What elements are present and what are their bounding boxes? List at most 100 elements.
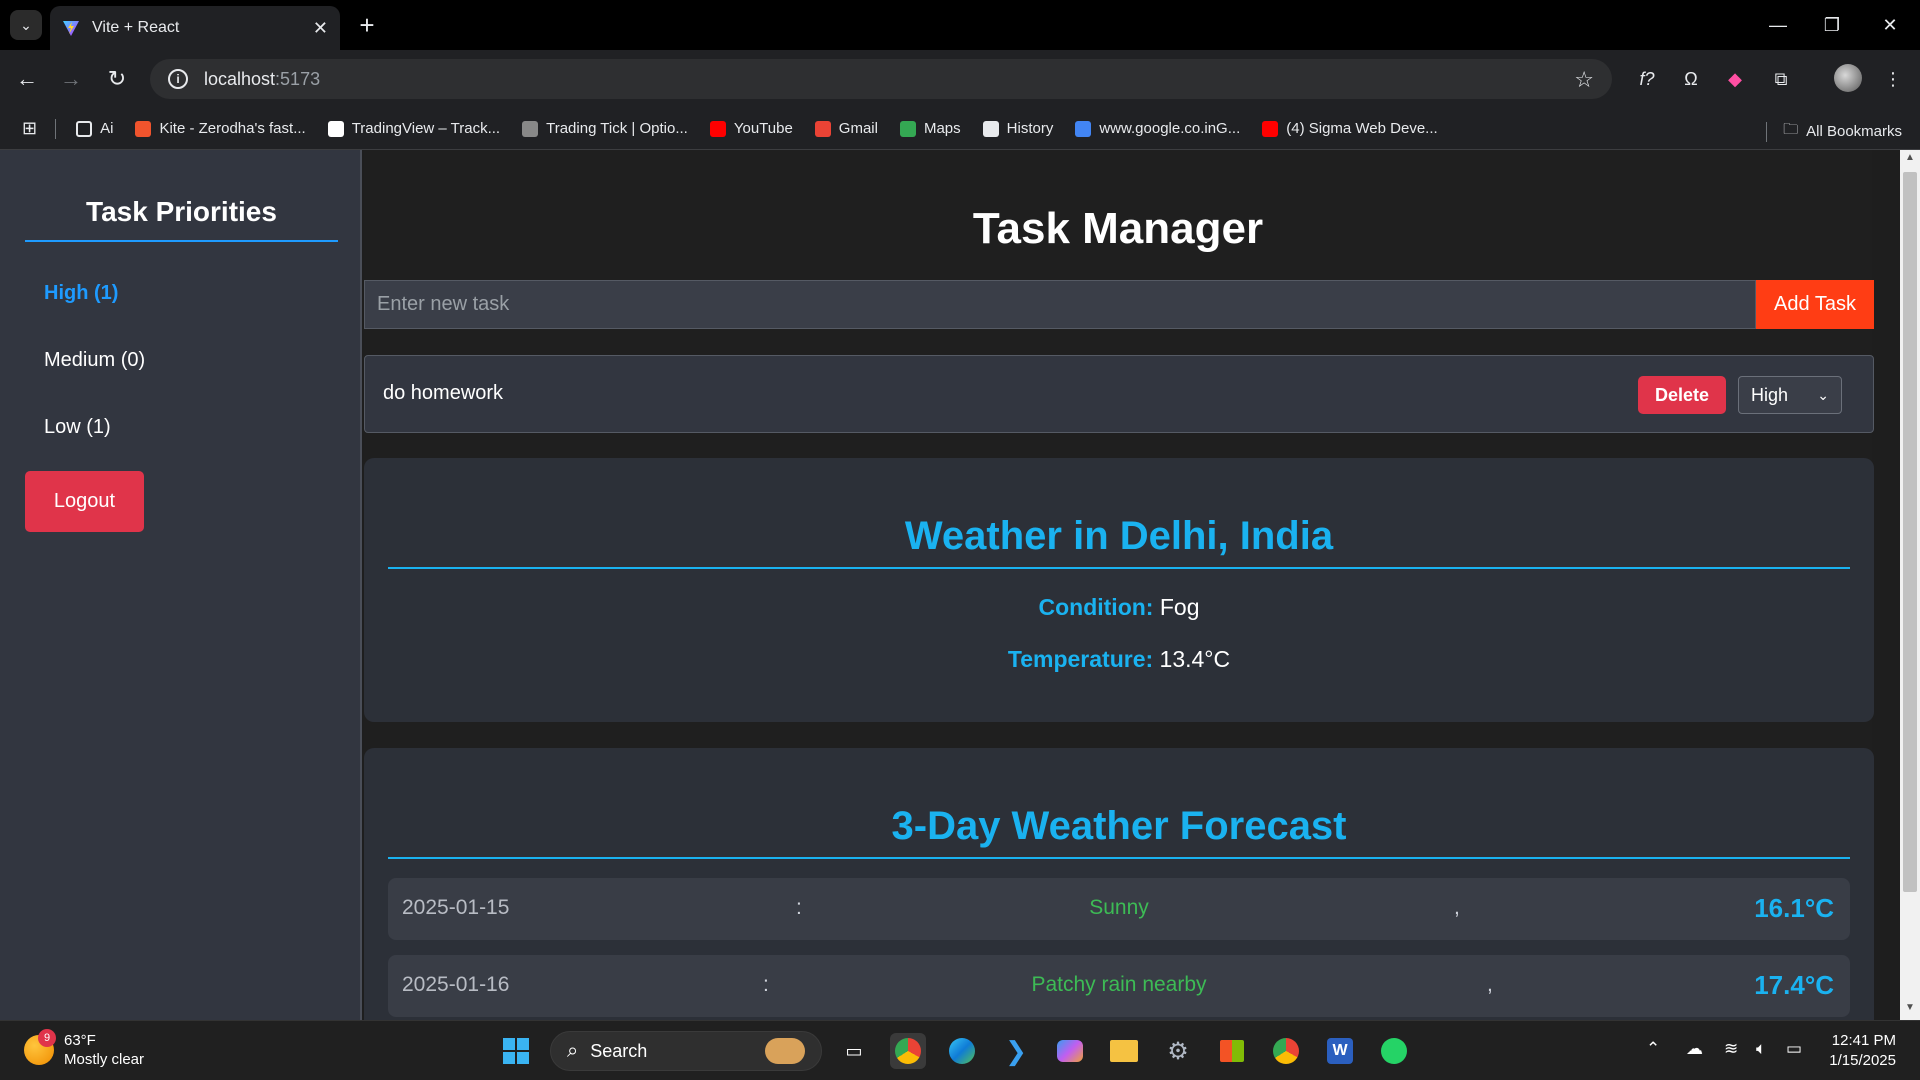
tab-title: Vite + React	[92, 19, 180, 36]
reload-button[interactable]: ↻	[102, 64, 132, 94]
bookmark-favicon-icon	[135, 120, 152, 137]
bookmark-separator	[1766, 121, 1768, 142]
edge-icon[interactable]	[944, 1033, 980, 1069]
taskbar-clock[interactable]: 12:41 PM 1/15/2025	[1829, 1031, 1896, 1071]
forecast-temp: 16.1°C	[1754, 893, 1834, 923]
chrome-profile-icon[interactable]	[1268, 1033, 1304, 1069]
add-task-button[interactable]: Add Task	[1756, 280, 1874, 329]
arrow-left-icon: ←	[16, 66, 38, 91]
bookmark-item[interactable]: History	[982, 120, 1053, 137]
clock-time: 12:41 PM	[1831, 1032, 1896, 1049]
color-extension-icon[interactable]: ◆	[1720, 64, 1750, 94]
profile-avatar[interactable]	[1834, 64, 1862, 92]
microsoft-store-icon[interactable]	[1214, 1033, 1250, 1069]
main-content: Task Manager Add Task do homework Delete…	[364, 150, 1874, 1020]
chrome-taskbar-icon[interactable]	[890, 1033, 926, 1069]
bookmark-label: YouTube	[733, 120, 793, 137]
new-task-input[interactable]	[364, 280, 1756, 329]
bookmark-star-icon[interactable]: ☆	[1574, 67, 1594, 93]
weather-desc: Mostly clear	[64, 1051, 145, 1068]
browser-menu-icon[interactable]: ⋮	[1878, 64, 1908, 94]
file-explorer-icon[interactable]	[1106, 1033, 1142, 1069]
font-extension-icon[interactable]: f?	[1632, 64, 1662, 94]
forecast-separator: :	[796, 896, 802, 919]
taskbar-search[interactable]: ⌕ Search	[550, 1031, 822, 1071]
restore-button[interactable]: ❐	[1812, 10, 1852, 40]
onedrive-icon[interactable]: ☁	[1686, 1039, 1703, 1059]
forecast-date: 2025-01-15	[402, 896, 510, 919]
bookmark-separator	[55, 118, 57, 139]
settings-gear-icon[interactable]: ⚙	[1160, 1033, 1196, 1069]
chevron-up-icon[interactable]: ⌃	[1646, 1039, 1660, 1059]
url-host: localhost	[204, 68, 276, 89]
vscode-icon[interactable]: ❯	[998, 1033, 1034, 1069]
forward-button[interactable]: →	[56, 64, 86, 94]
logout-button[interactable]: Logout	[25, 471, 144, 532]
folder-icon: 🗀	[1783, 121, 1799, 138]
bookmark-item[interactable]: (4) Sigma Web Deve...	[1262, 120, 1438, 137]
weather-badge: 9	[38, 1029, 56, 1047]
delete-task-button[interactable]: Delete	[1638, 376, 1726, 414]
bookmark-label: Trading Tick | Optio...	[546, 120, 688, 137]
bookmark-item[interactable]: Gmail	[814, 120, 878, 137]
forecast-separator: ,	[1487, 973, 1493, 996]
bookmark-label: Maps	[923, 120, 961, 137]
scroll-up-arrow-icon[interactable]: ▲	[1900, 152, 1920, 168]
forecast-row: 2025-01-15 : Sunny , 16.1°C	[388, 878, 1850, 940]
sidebar-item-high[interactable]: High (1)	[44, 282, 118, 305]
sidebar-item-medium[interactable]: Medium (0)	[44, 349, 145, 372]
weather-moon-icon: 9	[24, 1029, 56, 1065]
chevron-down-icon: ⌄	[1817, 386, 1829, 403]
bookmark-label: Ai	[100, 120, 114, 137]
bookmark-item[interactable]: Kite - Zerodha's fast...	[135, 120, 306, 137]
tab-search-button[interactable]: ⌄	[10, 10, 42, 40]
forecast-separator: ,	[1454, 896, 1460, 919]
bookmark-item[interactable]: Trading Tick | Optio...	[522, 120, 688, 137]
bookmark-favicon-icon	[1075, 120, 1092, 137]
all-bookmarks-label: All Bookmarks	[1806, 123, 1902, 140]
whatsapp-icon[interactable]	[1376, 1033, 1412, 1069]
battery-icon[interactable]: ▭	[1786, 1039, 1802, 1059]
sidebar-title: Task Priorities	[25, 196, 338, 242]
scrollbar-thumb[interactable]	[1903, 172, 1917, 892]
extensions-puzzle-icon[interactable]: ⧉	[1766, 64, 1796, 94]
forecast-separator: :	[763, 973, 769, 996]
window-close-button[interactable]: ✕	[1870, 10, 1910, 40]
browser-tab-active[interactable]: Vite + React ✕	[50, 6, 340, 50]
volume-icon[interactable]: 🔈︎	[1756, 1039, 1766, 1059]
page-scrollbar[interactable]: ▲ ▼	[1900, 150, 1920, 1020]
address-bar[interactable]: i localhost:5173 ☆	[150, 59, 1612, 99]
search-icon: ⌕	[567, 1039, 579, 1062]
windows-logo-icon	[503, 1038, 529, 1064]
bookmark-item[interactable]: www.google.co.inG...	[1075, 120, 1240, 137]
bookmark-favicon-icon	[327, 120, 344, 137]
priority-select[interactable]: High ⌄	[1738, 376, 1842, 414]
forecast-card: 3-Day Weather Forecast 2025-01-15 : Sunn…	[364, 748, 1874, 1020]
back-button[interactable]: ←	[12, 64, 42, 94]
bookmark-item[interactable]: YouTube	[709, 120, 793, 137]
bookmark-favicon-icon	[982, 120, 999, 137]
all-bookmarks-button[interactable]: 🗀 All Bookmarks	[1766, 119, 1902, 144]
close-tab-icon[interactable]: ✕	[313, 18, 328, 39]
site-info-icon[interactable]: i	[168, 69, 188, 89]
wifi-icon[interactable]: ≋	[1724, 1039, 1738, 1059]
scroll-down-arrow-icon[interactable]: ▼	[1900, 1002, 1920, 1018]
word-icon[interactable]: W	[1322, 1033, 1358, 1069]
bookmark-item[interactable]: Ai	[76, 120, 113, 137]
bookmark-favicon-icon	[899, 120, 916, 137]
copilot-icon[interactable]	[1052, 1033, 1088, 1069]
weather-widget[interactable]: 9 63°F Mostly clear	[24, 1029, 145, 1069]
bookmark-item[interactable]: Maps	[899, 120, 961, 137]
minimize-button[interactable]: —	[1758, 10, 1798, 40]
bookmark-favicon-icon	[1262, 120, 1279, 137]
forecast-row: 2025-01-16 : Patchy rain nearby , 17.4°C	[388, 955, 1850, 1017]
arrow-right-icon: →	[60, 66, 82, 91]
omega-extension-icon[interactable]: Ω	[1676, 64, 1706, 94]
task-view-icon[interactable]: ▭	[836, 1033, 872, 1069]
sidebar-item-low[interactable]: Low (1)	[44, 416, 111, 439]
new-tab-button[interactable]: +	[352, 10, 382, 40]
start-button[interactable]	[498, 1033, 534, 1069]
bookmark-item[interactable]: TradingView – Track...	[327, 120, 500, 137]
weather-temperature: Temperature: 13.4°C	[364, 646, 1874, 673]
apps-grid-icon[interactable]: ⊞	[22, 118, 37, 139]
